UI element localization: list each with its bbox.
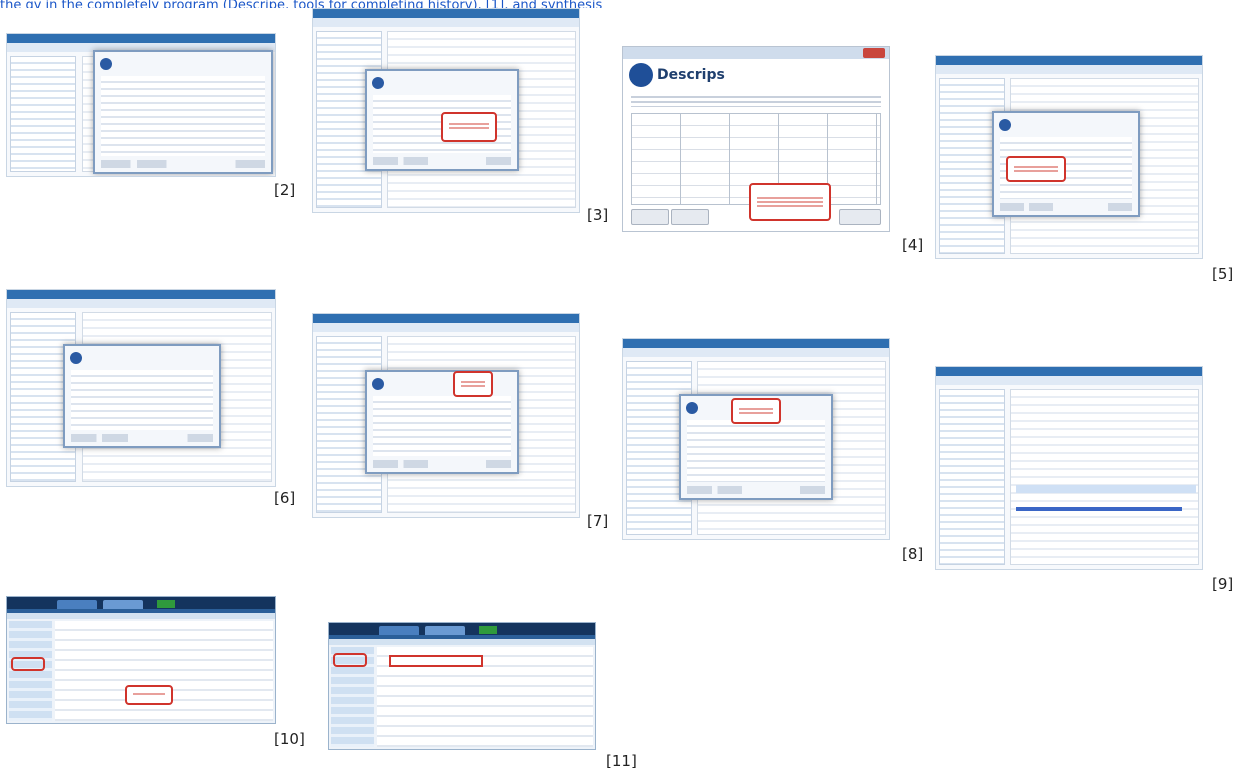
wizard-titlebar (623, 47, 889, 59)
dialog-logo-icon (372, 378, 384, 390)
screenshot-11-thumbnail[interactable] (328, 622, 596, 750)
thumbnail-main-pane (1010, 389, 1199, 565)
nav-highlight (11, 657, 45, 671)
nav-highlight (333, 653, 367, 667)
screenshot-9-thumbnail[interactable] (935, 366, 1203, 570)
cancel-button (839, 209, 881, 225)
screenshot-10-thumbnail[interactable] (6, 596, 276, 724)
dialog-buttons (373, 460, 511, 468)
web-tab (379, 626, 419, 635)
filter-highlight (389, 655, 483, 667)
screenshot-label: [6] (274, 489, 296, 507)
thumbnail-callout (749, 183, 831, 221)
highlighted-row (1015, 485, 1196, 493)
web-tab (103, 600, 143, 609)
thumbnail-callout (1006, 156, 1066, 182)
web-status-bar (479, 626, 497, 634)
dialog-logo-icon (70, 352, 82, 364)
web-content (55, 621, 273, 721)
screenshot-3-thumbnail[interactable] (312, 8, 580, 213)
screenshot-6-thumbnail[interactable] (6, 289, 276, 487)
thumbnail-callout (731, 398, 781, 424)
screenshot-label: [11] (606, 752, 637, 770)
thumbnail-dialog (63, 344, 221, 448)
dialog-buttons (101, 160, 265, 168)
dialog-logo-icon (686, 402, 698, 414)
wizard-description (631, 93, 881, 107)
thumbnail-dialog (93, 50, 273, 174)
detail-link (1015, 507, 1182, 511)
screenshot-label: [8] (902, 545, 924, 563)
next-button (671, 209, 709, 225)
dialog-buttons (687, 486, 825, 494)
screenshot-label: [3] (587, 206, 609, 224)
thumbnail-callout (453, 371, 493, 397)
screenshot-8-thumbnail[interactable] (622, 338, 890, 540)
screenshot-label: [9] (1212, 575, 1234, 593)
header-link[interactable]: the gy in the completely program (Descri… (0, 0, 602, 8)
thumbnail-dialog (365, 370, 519, 474)
dialog-buttons (1000, 203, 1132, 211)
web-tab (425, 626, 465, 635)
screenshot-label: [5] (1212, 265, 1234, 283)
dialog-logo-icon (100, 58, 112, 70)
close-icon (863, 48, 885, 58)
screenshot-4-thumbnail[interactable]: Descrips (622, 46, 890, 232)
dialog-logo-icon (999, 119, 1011, 131)
dialog-body (101, 76, 265, 156)
screenshot-5-thumbnail[interactable] (935, 55, 1203, 259)
thumbnail-callout (441, 112, 497, 142)
web-nav (9, 621, 52, 721)
screenshot-label: [4] (902, 236, 924, 254)
wizard-title: Descrips (657, 67, 725, 83)
screenshot-7-thumbnail[interactable] (312, 313, 580, 518)
thumbnail-callout (125, 685, 173, 705)
dialog-buttons (71, 434, 213, 442)
screenshot-label: [2] (274, 181, 296, 199)
dialog-body (71, 370, 213, 430)
back-button (631, 209, 669, 225)
screenshot-label: [7] (587, 512, 609, 530)
descrips-logo-icon (629, 63, 653, 87)
dialog-body (687, 420, 825, 482)
dialog-buttons (373, 157, 511, 165)
dialog-body (373, 396, 511, 456)
thumbnail-sidebar (10, 56, 77, 172)
web-status-bar (157, 600, 175, 608)
thumbnail-sidebar (939, 389, 1005, 565)
dialog-logo-icon (372, 77, 384, 89)
web-tab (57, 600, 97, 609)
screenshot-2-thumbnail[interactable] (6, 33, 276, 177)
screenshot-label: [10] (274, 730, 305, 748)
